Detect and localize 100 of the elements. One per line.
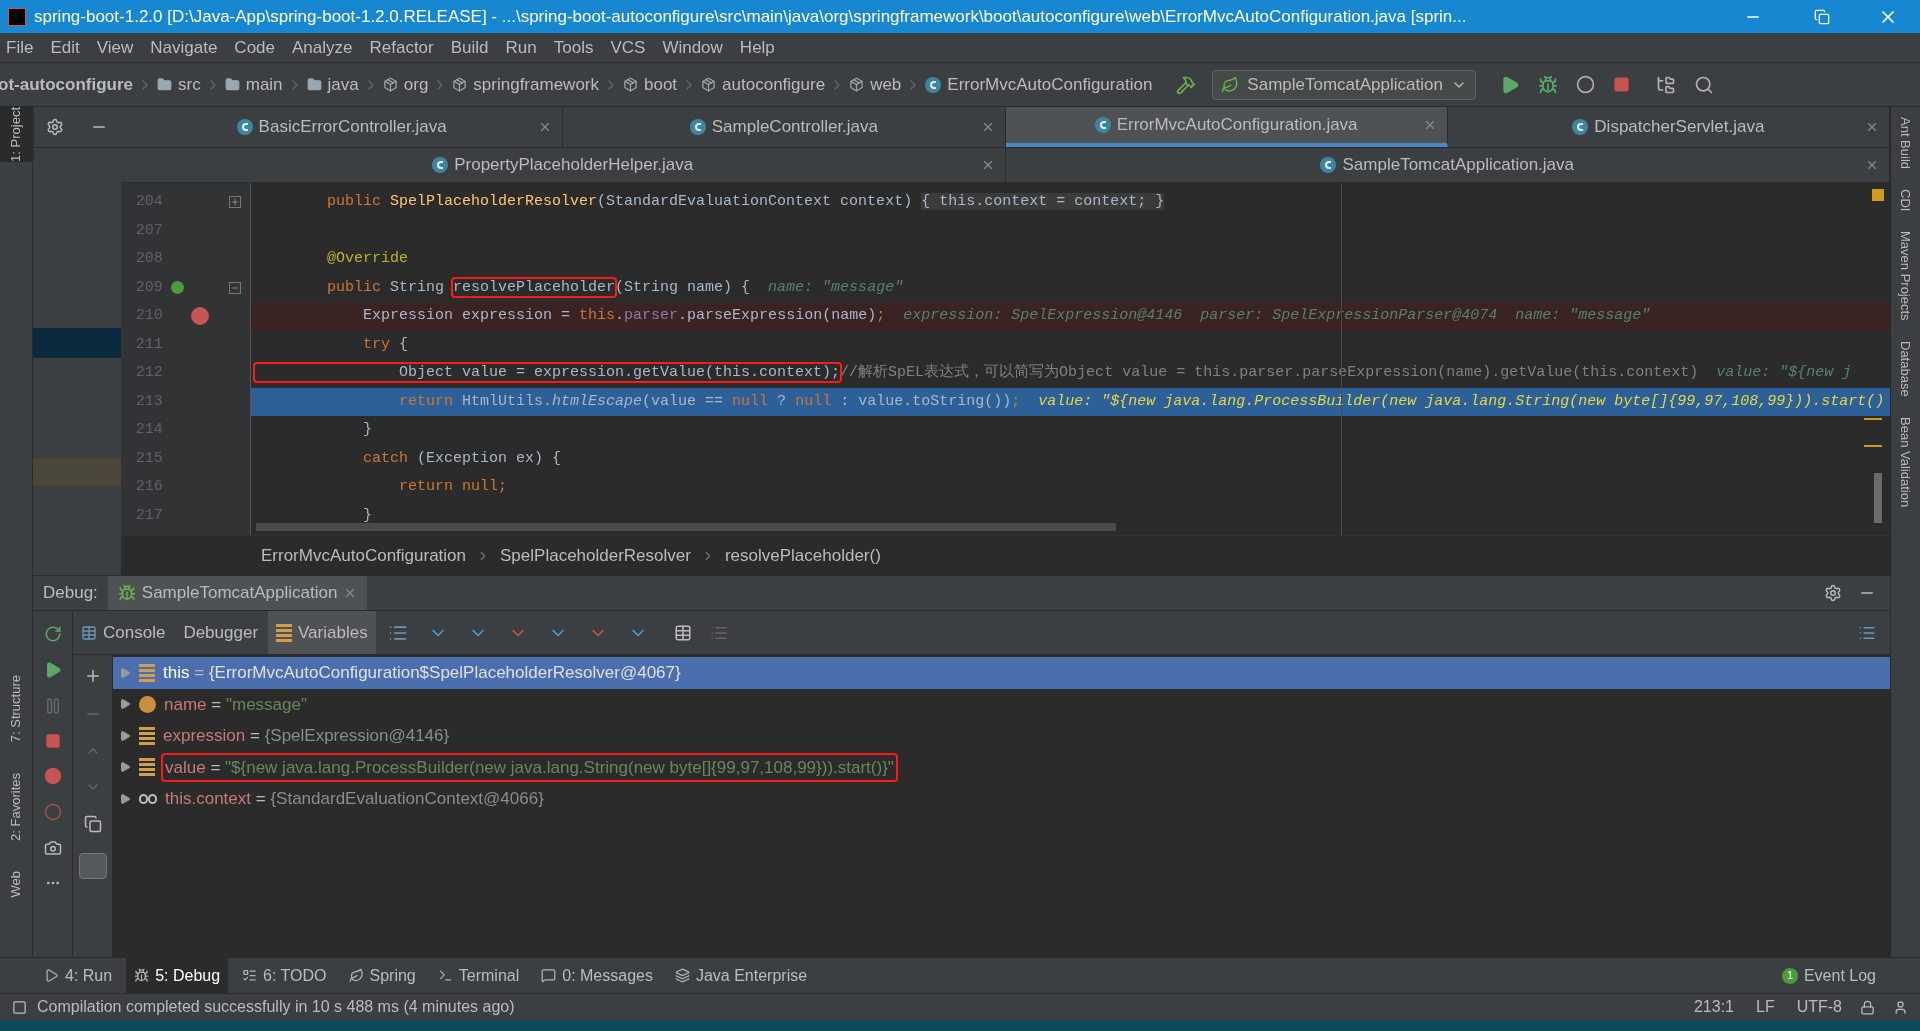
path-segment[interactable]: java bbox=[306, 71, 359, 98]
menu-item[interactable]: Edit bbox=[50, 34, 80, 61]
menu-item[interactable]: Help bbox=[739, 34, 775, 61]
event-log-button[interactable]: 1 Event Log bbox=[1781, 963, 1876, 988]
tool-window-button[interactable]: Ant Build bbox=[1895, 117, 1916, 170]
settings-icon[interactable] bbox=[1824, 584, 1842, 602]
expand-icon[interactable] bbox=[119, 698, 131, 711]
code-line: return null; bbox=[398, 477, 508, 497]
variable-row[interactable]: this.context = {StandardEvaluationContext@4066} bbox=[113, 783, 1890, 815]
debug-view-tab[interactable]: Console bbox=[73, 611, 174, 654]
menu-item[interactable]: View bbox=[96, 34, 134, 61]
editor-tab[interactable]: DispatcherServlet.java bbox=[1447, 107, 1890, 147]
rerun-icon[interactable] bbox=[43, 625, 62, 643]
tool-tab[interactable]: Java Enterprise bbox=[666, 958, 816, 993]
line-separator[interactable]: LF bbox=[1756, 995, 1775, 1019]
hammer-icon[interactable] bbox=[1176, 74, 1197, 95]
tool-window-button[interactable]: 7: Structure bbox=[0, 675, 34, 743]
tool-tab[interactable]: 6: TODO bbox=[234, 958, 335, 993]
search-icon[interactable] bbox=[1693, 74, 1714, 95]
tool-window-button[interactable]: 1: Project bbox=[0, 107, 34, 162]
terminal-icon bbox=[437, 968, 453, 983]
user-icon[interactable] bbox=[1893, 999, 1908, 1015]
debug-icon[interactable] bbox=[1537, 74, 1558, 95]
path-segment[interactable]: main bbox=[224, 71, 283, 98]
menu-item[interactable]: Build bbox=[450, 34, 489, 61]
variable-row[interactable]: name = "message" bbox=[113, 688, 1890, 720]
menu-item[interactable]: Run bbox=[505, 34, 537, 61]
restore-icon[interactable] bbox=[1814, 8, 1830, 25]
stop-icon[interactable] bbox=[44, 733, 61, 749]
stop-icon[interactable] bbox=[1612, 76, 1630, 93]
editor-tab[interactable]: SampleController.java bbox=[563, 107, 1006, 147]
editor-tab[interactable]: BasicErrorController.java bbox=[121, 107, 564, 147]
caret-position[interactable]: 213:1 bbox=[1693, 995, 1734, 1019]
settings-icon[interactable] bbox=[46, 118, 64, 136]
run-config-dropdown[interactable]: SampleTomcatApplication bbox=[1212, 69, 1476, 100]
code-line: public SpelPlaceholderResolver(StandardEvaluationContext context) { this.context = context; } bbox=[326, 192, 1165, 212]
path-segment[interactable]: web bbox=[849, 71, 902, 98]
tool-tab[interactable]: 5: Debug bbox=[126, 958, 229, 993]
project-structure-icon[interactable] bbox=[1655, 74, 1676, 95]
breakpoint-icon[interactable] bbox=[190, 307, 209, 326]
menu-item[interactable]: Analyze bbox=[292, 34, 353, 61]
menu-item[interactable]: Window bbox=[662, 34, 723, 61]
tool-window-button[interactable]: Bean Validation bbox=[1895, 416, 1916, 507]
editor-tab[interactable]: ErrorMvcAutoConfiguration.java bbox=[1005, 107, 1448, 147]
tool-tab[interactable]: 0: Messages bbox=[533, 958, 661, 993]
console-icon bbox=[81, 624, 97, 641]
vertical-scrollbar[interactable] bbox=[1874, 473, 1882, 523]
menu-item[interactable]: Navigate bbox=[150, 34, 218, 61]
session-tab[interactable]: SampleTomcatApplication bbox=[107, 576, 368, 610]
variable-row[interactable]: this = {ErrorMvcAutoConfiguration$SpelPlaceholderResolver@4067} bbox=[113, 657, 1890, 689]
path-segment[interactable]: src bbox=[157, 71, 201, 98]
debug-view-tab[interactable]: Debugger bbox=[175, 611, 267, 654]
copy-icon[interactable] bbox=[83, 815, 102, 833]
breakpoints-icon[interactable] bbox=[43, 767, 62, 785]
path-segment[interactable]: ErrorMvcAutoConfiguration bbox=[925, 71, 1153, 98]
tool-window-button[interactable]: 2: Favorites bbox=[0, 772, 34, 841]
variable-text: expression = {SpelExpression@4146} bbox=[163, 725, 450, 747]
camera-icon[interactable] bbox=[43, 839, 62, 857]
fold-icon[interactable] bbox=[229, 196, 242, 209]
menu-item[interactable]: File bbox=[6, 34, 34, 61]
editor-tab[interactable]: SampleTomcatApplication.java bbox=[1005, 148, 1890, 182]
menu-item[interactable]: VCS bbox=[610, 34, 646, 61]
coverage-icon[interactable] bbox=[1575, 75, 1595, 94]
debug-view-tab[interactable]: Variables bbox=[268, 611, 376, 654]
menu-item[interactable]: Code bbox=[234, 34, 275, 61]
fold-icon[interactable] bbox=[229, 281, 242, 294]
close-icon[interactable] bbox=[1865, 120, 1879, 134]
variable-row[interactable]: expression = {SpelExpression@4146} bbox=[113, 720, 1890, 752]
implements-icon[interactable] bbox=[170, 281, 184, 295]
path-segment[interactable]: springframework bbox=[452, 71, 599, 98]
expand-icon[interactable] bbox=[119, 792, 131, 805]
path-segment[interactable]: boot bbox=[623, 71, 678, 98]
breadcrumb-item[interactable]: resolvePlaceholder() bbox=[724, 542, 881, 569]
breadcrumb-item[interactable]: SpelPlaceholderResolver bbox=[500, 542, 691, 569]
close-icon[interactable] bbox=[1865, 158, 1879, 172]
breadcrumb-item[interactable]: ErrorMvcAutoConfiguration bbox=[261, 542, 467, 569]
panel-toggle-icon[interactable] bbox=[12, 999, 27, 1015]
tool-window-button[interactable]: Database bbox=[1895, 341, 1916, 397]
expand-icon[interactable] bbox=[119, 729, 131, 742]
tool-tab[interactable]: Terminal bbox=[429, 958, 528, 993]
tool-tab[interactable]: Spring bbox=[340, 958, 424, 993]
tool-window-button[interactable]: Maven Projects bbox=[1895, 231, 1916, 322]
variable-row[interactable]: value = "${new java.lang.ProcessBuilder(new java.lang.String(new byte[]{99,97,108,99})).start()}" bbox=[113, 751, 1890, 783]
expand-icon[interactable] bbox=[119, 761, 131, 774]
tool-tab[interactable]: 4: Run bbox=[36, 958, 121, 993]
tool-window-button[interactable]: CDI bbox=[1895, 189, 1916, 212]
editor-tab[interactable]: PropertyPlaceholderHelper.java bbox=[121, 148, 1006, 182]
evaluate-icon[interactable] bbox=[673, 623, 692, 642]
path-segment[interactable]: autoconfigure bbox=[701, 71, 826, 98]
mute-breakpoints-icon[interactable] bbox=[43, 803, 62, 821]
parameter-icon bbox=[139, 695, 156, 713]
class-icon bbox=[1094, 117, 1111, 133]
tool-window-button[interactable]: Web bbox=[0, 870, 34, 897]
menu-item[interactable]: Tools bbox=[553, 34, 594, 61]
menu-item[interactable]: Refactor bbox=[369, 34, 434, 61]
layers-icon bbox=[674, 968, 690, 983]
encoding[interactable]: UTF-8 bbox=[1796, 995, 1842, 1019]
horizontal-scrollbar[interactable] bbox=[256, 523, 1116, 531]
lock-icon[interactable] bbox=[1860, 999, 1875, 1015]
path-segment[interactable]: org bbox=[382, 71, 429, 98]
